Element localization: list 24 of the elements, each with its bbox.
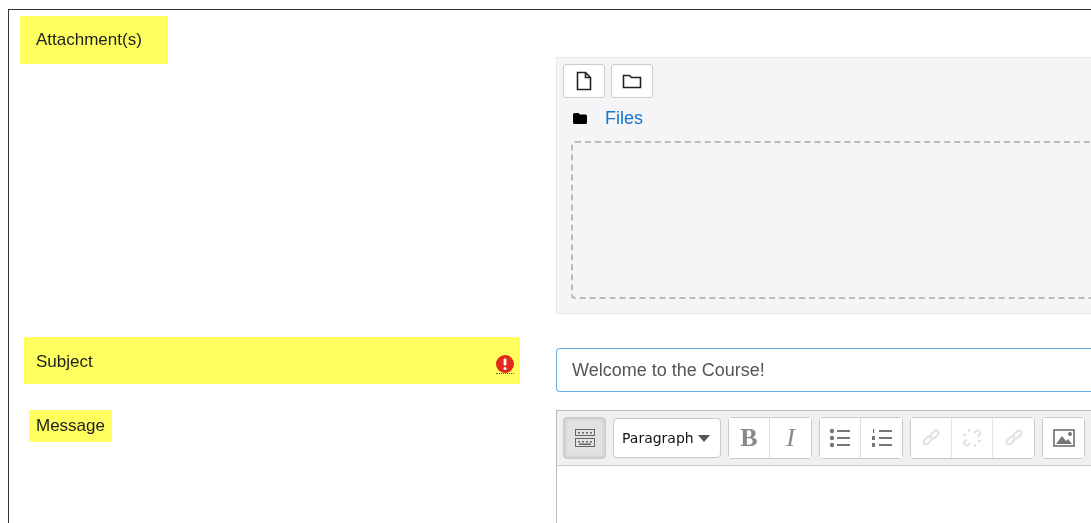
bold-button[interactable]: B [729,418,770,458]
toggle-button[interactable] [564,418,605,458]
caret-icon [698,434,710,442]
unlink-icon [962,428,982,448]
create-folder-button[interactable] [611,64,653,98]
format-dropdown[interactable]: Paragraph [613,418,721,458]
field-label: Subject [24,337,520,384]
subject-input[interactable]: Welcome to the Course! [556,348,1091,392]
folder-icon [622,73,642,89]
toolbar-toggle-icon [573,427,596,449]
image-button[interactable] [1043,418,1084,458]
file-icon [576,71,592,91]
add-file-button[interactable] [563,64,605,98]
numbered-list-icon [870,428,893,448]
link-icon [921,428,941,448]
link-icon [1003,428,1024,448]
bullets-button[interactable] [820,418,861,458]
image-icon [1052,429,1075,447]
field-label: Attachment(s) [20,16,168,64]
text-editor[interactable]: Paragraph B I [556,410,1091,523]
folder-icon [573,113,587,124]
bulleted-list-icon [829,428,851,448]
field-label: Message [29,410,112,442]
folder-link[interactable]: Files [605,108,643,129]
